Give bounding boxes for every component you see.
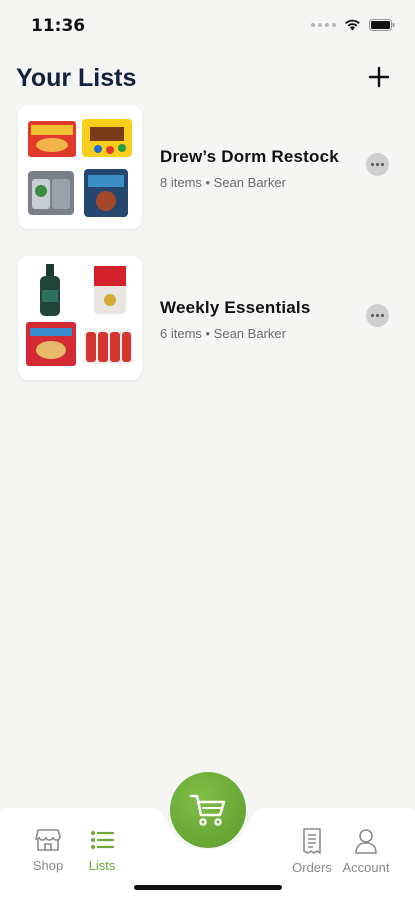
list-thumbnail	[18, 256, 142, 380]
product-collage-image	[28, 119, 132, 217]
list-thumbnail	[18, 105, 142, 229]
list-card[interactable]: Weekly Essentials 6 items • Sean Barker	[0, 256, 415, 386]
receipt-icon	[303, 828, 321, 854]
header: Your Lists	[0, 60, 415, 100]
person-icon	[355, 829, 377, 854]
tab-label-lists: Lists	[88, 858, 116, 873]
list-meta: 8 items • Sean Barker	[160, 175, 286, 190]
list-name: Weekly Essentials	[160, 298, 311, 317]
cart-icon	[189, 794, 226, 826]
cart-button[interactable]	[170, 772, 246, 848]
wifi-icon	[345, 19, 360, 31]
status-time: 11:36	[31, 16, 86, 36]
status-icons	[311, 18, 395, 31]
list-meta: 6 items • Sean Barker	[160, 326, 286, 341]
list-name: Drew’s Dorm Restock	[160, 147, 339, 166]
ellipsis-icon	[370, 314, 385, 317]
home-indicator	[134, 885, 282, 890]
tab-account[interactable]: Account	[336, 828, 396, 884]
status-bar: 11:36	[0, 0, 415, 50]
battery-icon	[369, 18, 395, 31]
product-collage-image	[26, 264, 132, 366]
plus-icon	[368, 66, 390, 88]
tab-label-orders: Orders	[292, 860, 332, 875]
tab-orders[interactable]: Orders	[282, 828, 342, 884]
more-options-button[interactable]	[366, 153, 389, 176]
signal-icon	[311, 22, 336, 27]
more-options-button[interactable]	[366, 304, 389, 327]
list-icon	[91, 831, 115, 849]
storefront-icon	[35, 829, 61, 851]
ellipsis-icon	[370, 163, 385, 166]
add-list-button[interactable]	[367, 65, 391, 89]
page-title: Your Lists	[16, 64, 137, 92]
tab-shop[interactable]: Shop	[18, 828, 78, 884]
list-card[interactable]: Drew’s Dorm Restock 8 items • Sean Barke…	[0, 105, 415, 235]
tab-label-account: Account	[342, 860, 390, 875]
tab-label-shop: Shop	[32, 858, 64, 873]
tab-lists[interactable]: Lists	[72, 828, 132, 884]
